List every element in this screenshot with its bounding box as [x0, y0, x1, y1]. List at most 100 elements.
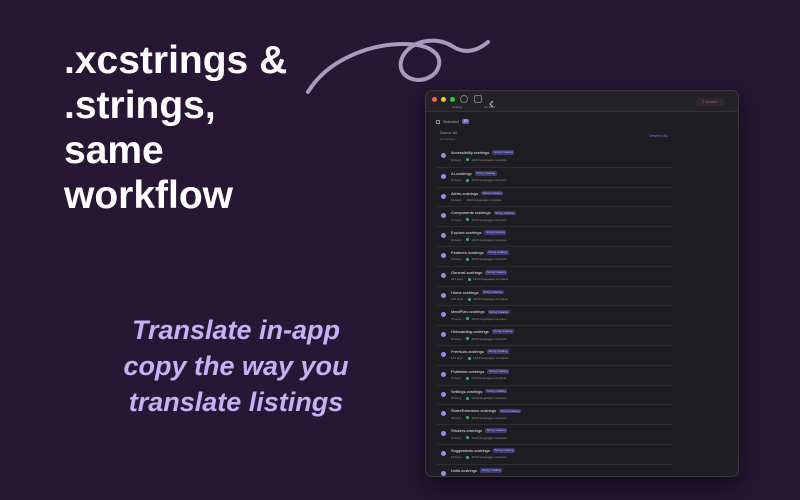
file-title: ShareExtension.xcstrings String Catalog — [451, 408, 522, 414]
selected-check-icon[interactable] — [441, 233, 446, 239]
file-meta: 28 keys · 19/19 languages complete — [451, 415, 507, 420]
selected-check-icon[interactable] — [441, 252, 446, 258]
selected-check-icon[interactable] — [441, 332, 446, 338]
file-name: Explore.xcstrings — [451, 230, 482, 236]
filter-label: Selected — [443, 119, 459, 124]
file-type-badge: String Catalog — [485, 270, 508, 275]
file-row[interactable]: Units.xcstringsString Catalog 3 keys·19/1… — [436, 463, 672, 476]
file-type-badge: String Catalog — [499, 408, 522, 414]
selected-check-icon[interactable] — [441, 351, 446, 357]
key-count: 223 keys — [451, 277, 464, 282]
language-status: 19/19 languages complete — [471, 435, 507, 440]
file-title: Units.xcstrings String Catalog — [451, 468, 503, 473]
key-count: 37 keys — [451, 178, 462, 183]
file-row[interactable]: Components.xcstrings String Catalog 77 key… — [436, 206, 672, 226]
file-meta: 74 keys · 19/19 languages complete — [451, 257, 507, 262]
back-button[interactable] — [488, 95, 496, 108]
file-name: Premium.xcstrings — [451, 348, 484, 354]
filter-row[interactable]: Selected 19 — [436, 119, 470, 124]
language-status: 19/19 languages complete — [471, 415, 507, 420]
sidebar-toggle-icon[interactable] — [474, 95, 482, 103]
file-row[interactable]: Accessibility.xcstrings String Catalog 60 … — [436, 147, 672, 167]
language-status: 19/19 languages complete — [471, 376, 507, 381]
language-status: 19/19 languages complete — [473, 356, 509, 361]
file-row[interactable]: Features.xcstrings String Catalog 74 keys ·… — [436, 245, 672, 266]
file-title: Publisher.xcstrings String Catalog — [451, 369, 510, 374]
file-title: MealPlan.xcstrings String Catalog — [451, 309, 510, 314]
language-status: 19/19 languages complete — [470, 475, 505, 476]
file-row[interactable]: Alerts.xcstrings String Catalog 63 keys · 19… — [436, 186, 672, 207]
file-title: Settings.xcstrings String Catalog — [451, 388, 508, 394]
key-count: 30 keys — [451, 237, 462, 242]
file-type-badge: String Catalog — [492, 150, 515, 155]
file-row[interactable]: Suggestions.xcstrings String Catalog 18 ke… — [436, 443, 672, 464]
complete-status-icon — [466, 317, 470, 321]
refresh-icon[interactable] — [460, 95, 468, 103]
language-status: 19/19 languages complete — [471, 237, 507, 242]
deselect-all-button[interactable]: Deselect All — [649, 134, 667, 138]
file-meta: 60 keys · 19/19 languages complete — [451, 157, 507, 162]
selected-check-icon[interactable] — [441, 193, 446, 199]
selected-check-icon[interactable] — [441, 292, 446, 298]
file-row[interactable]: Explore.xcstrings String Catalog 30 keys · 1… — [436, 226, 672, 246]
file-meta: 12 keys · 19/19 languages complete — [451, 435, 507, 440]
file-row[interactable]: Stickers.xcstrings String Catalog 12 keys ·… — [436, 424, 672, 444]
file-type-badge: String Catalog — [485, 428, 508, 433]
file-name: ShareExtension.xcstrings — [451, 408, 497, 414]
file-meta: 223 keys · 19/19 languages complete — [451, 277, 509, 282]
file-row[interactable]: Home.xcstrings String Catalog 136 keys · 19/… — [436, 285, 672, 306]
selected-check-icon[interactable] — [441, 431, 446, 437]
file-title: Accessibility.xcstrings String Catalog — [451, 150, 515, 155]
headline-line: workflow — [64, 174, 234, 217]
file-row[interactable]: Publisher.xcstrings String Catalog 11 keys… — [436, 364, 672, 385]
selected-check-icon[interactable] — [441, 411, 446, 417]
file-type-badge: String Catalog — [491, 329, 514, 334]
file-row[interactable]: Premium.xcstrings String Catalog 151 keys ·… — [436, 344, 672, 365]
language-status: 19/19 languages complete — [471, 157, 507, 162]
selected-check-icon[interactable] — [441, 450, 446, 456]
complete-status-icon — [466, 218, 470, 222]
file-meta: 90 keys · 19/19 languages complete — [451, 336, 507, 341]
file-row[interactable]: General.xcstrings String Catalog 223 keys ·… — [436, 265, 672, 286]
complete-status-icon — [466, 436, 470, 440]
file-row[interactable]: MealPlan.xcstrings String Catalog 78 keys ·… — [436, 305, 672, 325]
selected-check-icon[interactable] — [441, 391, 446, 397]
translate-button[interactable]: Translate — [696, 98, 724, 106]
language-status: 19/19 languages complete — [471, 217, 507, 222]
selected-check-icon[interactable] — [441, 371, 446, 377]
file-type-badge: String Catalog — [485, 388, 508, 394]
complete-status-icon — [466, 337, 470, 341]
file-meta: 30 keys · 19/19 languages complete — [451, 237, 507, 242]
file-meta: 90 keys · 19/19 languages complete — [451, 396, 507, 401]
window-content: Selected 19 Source: All All catalogs Des… — [426, 112, 738, 476]
file-row[interactable]: AI.xcstrings String Catalog 37 keys · 19/19 … — [436, 166, 672, 187]
close-window-button[interactable] — [432, 97, 437, 102]
tagline-line: translate listings — [128, 387, 344, 417]
selected-check-icon[interactable] — [441, 312, 446, 318]
file-row[interactable]: Settings.xcstrings String Catalog 90 keys ·… — [436, 384, 672, 405]
minimize-window-button[interactable] — [441, 97, 446, 102]
file-type-badge: String Catalog — [487, 369, 510, 374]
key-count: 63 keys — [451, 198, 462, 203]
language-status: 19/19 languages complete — [471, 316, 507, 321]
file-name: Suggestions.xcstrings — [451, 447, 490, 453]
selected-check-icon[interactable] — [441, 173, 446, 179]
file-name: MealPlan.xcstrings — [451, 309, 485, 315]
file-type-badge: String Catalog — [481, 289, 504, 295]
selected-check-icon[interactable] — [441, 153, 446, 158]
selected-check-icon[interactable] — [441, 213, 446, 219]
language-status: 19/19 languages complete — [466, 198, 502, 203]
zoom-window-button[interactable] — [450, 97, 455, 102]
selected-check-icon[interactable] — [441, 470, 446, 476]
complete-status-icon — [468, 356, 472, 360]
file-title: Features.xcstrings String Catalog — [451, 250, 509, 255]
file-row[interactable]: ShareExtension.xcstrings String Catalog 28… — [436, 404, 672, 424]
key-count: 3 keys — [451, 475, 460, 476]
selected-check-icon[interactable] — [441, 272, 446, 278]
file-row[interactable]: Onboarding.xcstrings String Catalog 90 key… — [436, 325, 672, 345]
key-count: 60 keys — [451, 157, 462, 162]
file-name: Home.xcstrings — [451, 289, 479, 295]
file-type-badge: String Catalog — [481, 190, 504, 196]
complete-status-icon — [464, 475, 468, 476]
file-title: Home.xcstrings String Catalog — [451, 290, 504, 295]
